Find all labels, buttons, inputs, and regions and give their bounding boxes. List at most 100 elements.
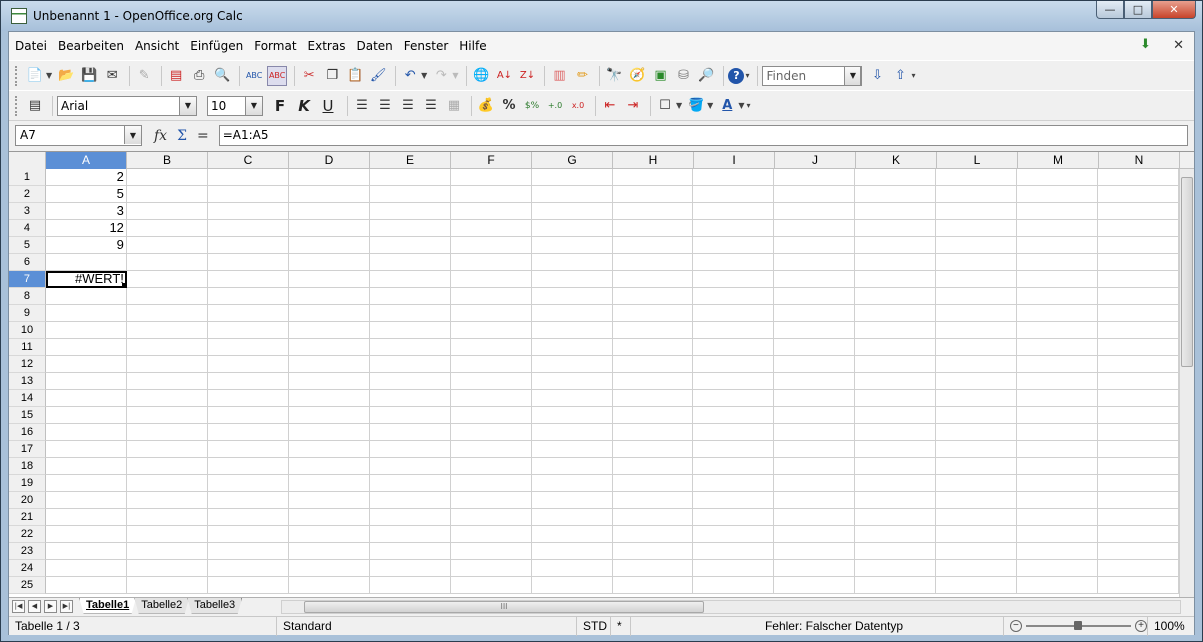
cell-b21[interactable] — [126, 509, 208, 526]
cell-g4[interactable] — [531, 220, 613, 237]
cell-d18[interactable] — [288, 458, 370, 475]
prev-sheet-button[interactable]: ◀ — [28, 600, 41, 613]
sort-descending-icon[interactable]: Z↓ — [517, 66, 537, 86]
cell-n8[interactable] — [1098, 288, 1180, 305]
cell-c5[interactable] — [207, 237, 289, 254]
standard-format-icon[interactable]: $% — [522, 96, 542, 116]
cell-b22[interactable] — [126, 526, 208, 543]
first-sheet-button[interactable]: |◀ — [12, 600, 25, 613]
cell-j10[interactable] — [774, 322, 856, 339]
cell-h24[interactable] — [612, 560, 694, 577]
save-icon[interactable]: 💾 — [79, 66, 99, 86]
cell-n25[interactable] — [1098, 577, 1180, 594]
menu-ansicht[interactable]: Ansicht — [135, 39, 179, 53]
cell-f13[interactable] — [450, 373, 532, 390]
cell-c2[interactable] — [207, 186, 289, 203]
cell-j12[interactable] — [774, 356, 856, 373]
cell-d9[interactable] — [288, 305, 370, 322]
cell-b14[interactable] — [126, 390, 208, 407]
column-header-i[interactable]: I — [694, 152, 775, 169]
cell-g10[interactable] — [531, 322, 613, 339]
cell-k25[interactable] — [855, 577, 937, 594]
status-zoom[interactable]: 100% — [1148, 617, 1185, 636]
draw-functions-icon[interactable]: ✏ — [572, 66, 592, 86]
row-header-10[interactable]: 10 — [9, 322, 46, 339]
cell-c12[interactable] — [207, 356, 289, 373]
cell-j17[interactable] — [774, 441, 856, 458]
cell-e8[interactable] — [369, 288, 451, 305]
cell-b5[interactable] — [126, 237, 208, 254]
cell-m11[interactable] — [1017, 339, 1099, 356]
cell-e4[interactable] — [369, 220, 451, 237]
cell-j15[interactable] — [774, 407, 856, 424]
find-previous-icon[interactable]: ⇧ — [890, 66, 910, 86]
row-header-19[interactable]: 19 — [9, 475, 46, 492]
cell-k4[interactable] — [855, 220, 937, 237]
cell-e14[interactable] — [369, 390, 451, 407]
cell-d25[interactable] — [288, 577, 370, 594]
cell-f15[interactable] — [450, 407, 532, 424]
cell-h3[interactable] — [612, 203, 694, 220]
cell-b9[interactable] — [126, 305, 208, 322]
zoom-icon[interactable]: 🔎 — [696, 66, 716, 86]
toolbar-overflow-icon[interactable]: ▾ — [745, 71, 749, 80]
cell-h6[interactable] — [612, 254, 694, 271]
cell-d22[interactable] — [288, 526, 370, 543]
cell-n12[interactable] — [1098, 356, 1180, 373]
cell-l11[interactable] — [936, 339, 1018, 356]
cell-a3[interactable]: 3 — [45, 203, 127, 220]
cell-f12[interactable] — [450, 356, 532, 373]
cell-g20[interactable] — [531, 492, 613, 509]
zoom-out-icon[interactable]: − — [1010, 620, 1022, 632]
cell-n18[interactable] — [1098, 458, 1180, 475]
cell-a19[interactable] — [45, 475, 127, 492]
cell-k24[interactable] — [855, 560, 937, 577]
redo-dropdown-icon[interactable]: ▼ — [452, 71, 458, 80]
cell-m16[interactable] — [1017, 424, 1099, 441]
cell-j22[interactable] — [774, 526, 856, 543]
cell-a23[interactable] — [45, 543, 127, 560]
cell-n6[interactable] — [1098, 254, 1180, 271]
cell-l12[interactable] — [936, 356, 1018, 373]
background-color-icon[interactable]: 🪣 — [686, 96, 706, 116]
cell-k16[interactable] — [855, 424, 937, 441]
cell-d21[interactable] — [288, 509, 370, 526]
cell-c7[interactable] — [207, 271, 289, 288]
toolbar-grip[interactable] — [15, 95, 19, 116]
cell-i22[interactable] — [693, 526, 775, 543]
spellcheck-icon[interactable]: ABC — [244, 66, 264, 86]
formula-input[interactable]: =A1:A5 — [218, 125, 1188, 146]
cell-a15[interactable] — [45, 407, 127, 424]
cell-d6[interactable] — [288, 254, 370, 271]
cell-m25[interactable] — [1017, 577, 1099, 594]
merge-cells-icon[interactable]: ▦ — [444, 96, 464, 116]
row-header-13[interactable]: 13 — [9, 373, 46, 390]
sort-ascending-icon[interactable]: A↓ — [494, 66, 514, 86]
cell-a10[interactable] — [45, 322, 127, 339]
cell-k19[interactable] — [855, 475, 937, 492]
cell-k13[interactable] — [855, 373, 937, 390]
cell-l24[interactable] — [936, 560, 1018, 577]
cell-m17[interactable] — [1017, 441, 1099, 458]
cell-i4[interactable] — [693, 220, 775, 237]
cell-m14[interactable] — [1017, 390, 1099, 407]
close-window-button[interactable]: ✕ — [1152, 1, 1196, 19]
column-header-e[interactable]: E — [370, 152, 451, 169]
cell-h23[interactable] — [612, 543, 694, 560]
cell-f19[interactable] — [450, 475, 532, 492]
cell-g7[interactable] — [531, 271, 613, 288]
cell-k8[interactable] — [855, 288, 937, 305]
cell-m5[interactable] — [1017, 237, 1099, 254]
cell-j3[interactable] — [774, 203, 856, 220]
autospellcheck-icon[interactable]: ABC — [267, 65, 288, 86]
cell-i15[interactable] — [693, 407, 775, 424]
cell-e7[interactable] — [369, 271, 451, 288]
column-header-f[interactable]: F — [451, 152, 532, 169]
cell-m21[interactable] — [1017, 509, 1099, 526]
cell-d4[interactable] — [288, 220, 370, 237]
cell-f24[interactable] — [450, 560, 532, 577]
zoom-slider[interactable]: − + — [1004, 616, 1148, 636]
name-box-dropdown-icon[interactable]: ▼ — [124, 126, 141, 144]
cell-k1[interactable] — [855, 169, 937, 186]
cell-e9[interactable] — [369, 305, 451, 322]
